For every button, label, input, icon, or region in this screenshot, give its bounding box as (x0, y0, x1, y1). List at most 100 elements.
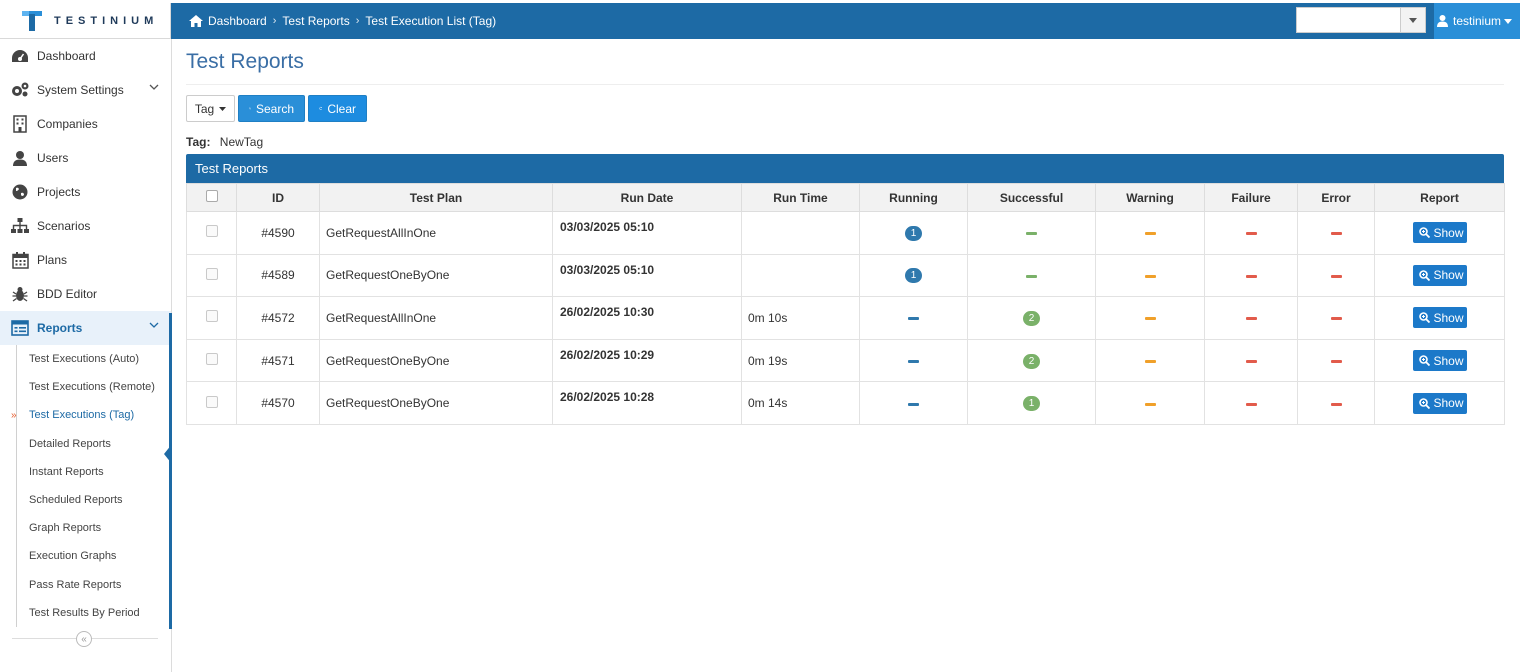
successful-cell: 1 (967, 381, 1096, 425)
sidebar-subitem-pass-rate-reports[interactable]: Pass Rate Reports (0, 571, 171, 599)
sidebar-item-projects[interactable]: Projects (0, 175, 171, 209)
col-header-error[interactable]: Error (1297, 183, 1375, 212)
sidebar-subitem-test-executions-auto[interactable]: Test Executions (Auto) (0, 345, 171, 373)
sidebar-item-bdd-editor[interactable]: BDD Editor (0, 277, 171, 311)
row-test-plan: GetRequestOneByOne (319, 381, 553, 425)
warning-cell (1095, 381, 1205, 425)
col-header-report: Report (1374, 183, 1505, 212)
show-report-button[interactable]: Show (1412, 350, 1467, 372)
col-header-test-plan[interactable]: Test Plan (319, 183, 553, 212)
running-cell (859, 338, 968, 383)
col-header-warning[interactable]: Warning (1095, 183, 1205, 212)
clear-button[interactable]: Clear (308, 95, 367, 122)
row-id: #4590 (236, 211, 320, 255)
breadcrumb: Dashboard › Test Reports › Test Executio… (189, 3, 496, 39)
sidebar-item-reports[interactable]: Reports (0, 311, 171, 345)
sidebar-subitem-detailed-reports[interactable]: Detailed Reports (0, 430, 171, 458)
user-icon (1436, 15, 1448, 27)
row-checkbox[interactable] (205, 353, 218, 366)
running-cell (859, 296, 968, 340)
double-chevron-left-icon: « (81, 633, 87, 645)
select-all-checkbox[interactable] (205, 190, 218, 202)
row-id: #4572 (236, 296, 320, 340)
sidebar-subitem-execution-graphs[interactable]: Execution Graphs (0, 542, 171, 570)
filter-type-dropdown[interactable]: Tag (186, 95, 235, 122)
show-report-button[interactable]: Show (1412, 264, 1467, 286)
select-all-cell (186, 183, 237, 212)
dashboard-icon (10, 47, 30, 65)
sidebar-subitem-test-executions-tag[interactable]: » Test Executions (Tag) (0, 401, 171, 429)
row-checkbox[interactable] (205, 310, 218, 323)
sidebar-item-scenarios[interactable]: Scenarios (0, 209, 171, 243)
failure-cell (1204, 253, 1298, 298)
warning-cell (1095, 253, 1205, 298)
row-select-cell (186, 296, 237, 340)
navbar: Dashboard › Test Reports › Test Executio… (171, 3, 1520, 39)
col-header-running[interactable]: Running (859, 183, 968, 212)
breadcrumb-dashboard[interactable]: Dashboard (189, 14, 267, 28)
sidebar-item-companies[interactable]: Companies (0, 107, 171, 141)
col-header-failure[interactable]: Failure (1204, 183, 1298, 212)
chevron-down-icon[interactable] (1400, 8, 1425, 32)
sidebar: Dashboard System Settings Companies User… (0, 39, 172, 672)
show-report-button[interactable]: Show (1412, 222, 1467, 244)
chevron-right-icon: › (355, 15, 360, 27)
test-reports-table: ID Test Plan Run Date Run Time Running S… (186, 183, 1505, 425)
sidebar-item-plans[interactable]: Plans (0, 243, 171, 277)
warning-empty-dash (1144, 232, 1156, 236)
row-checkbox[interactable] (205, 225, 218, 238)
error-empty-dash (1330, 359, 1342, 363)
row-test-plan: GetRequestOneByOne (319, 253, 553, 298)
table-row: #4590 GetRequestAllInOne 03/03/2025 05:10 1… (186, 211, 1505, 255)
table-header-row: ID Test Plan Run Date Run Time Running S… (186, 183, 1505, 212)
breadcrumb-test-reports[interactable]: Test Reports (282, 14, 349, 28)
col-header-successful[interactable]: Successful (967, 183, 1096, 212)
running-empty-dash (908, 359, 919, 363)
row-checkbox[interactable] (205, 267, 218, 280)
warning-cell (1095, 296, 1205, 340)
zoom-icon (1418, 397, 1430, 409)
sidebar-item-system-settings[interactable]: System Settings (0, 73, 171, 107)
error-cell (1297, 253, 1375, 298)
active-pointer (164, 444, 172, 464)
sidebar-item-dashboard[interactable]: Dashboard (0, 39, 171, 73)
table-row: #4589 GetRequestOneByOne 03/03/2025 05:10 1… (186, 253, 1505, 298)
user-menu[interactable]: testinium (1434, 3, 1520, 39)
chevron-down-icon (149, 84, 159, 90)
sidebar-subitem-scheduled-reports[interactable]: Scheduled Reports (0, 486, 171, 514)
running-cell (859, 381, 968, 425)
logo[interactable]: TESTINIUM (0, 3, 171, 39)
row-checkbox[interactable] (205, 395, 218, 408)
company-select[interactable] (1296, 7, 1426, 33)
row-report-cell: Show (1374, 296, 1505, 340)
sidebar-subitem-test-executions-remote[interactable]: Test Executions (Remote) (0, 373, 171, 401)
successful-empty-dash (1026, 232, 1037, 236)
show-report-button[interactable]: Show (1412, 307, 1467, 329)
divider (186, 84, 1504, 85)
row-report-cell: Show (1374, 381, 1505, 425)
search-button[interactable]: Search (238, 95, 305, 122)
row-report-cell: Show (1374, 338, 1505, 383)
sidebar-subitem-graph-reports[interactable]: Graph Reports (0, 514, 171, 542)
show-report-button[interactable]: Show (1412, 392, 1467, 414)
error-cell (1297, 296, 1375, 340)
home-icon (189, 15, 203, 27)
warning-empty-dash (1144, 359, 1156, 363)
active-tag-filter: Tag: NewTag (186, 135, 1504, 149)
user-icon (10, 149, 30, 167)
failure-empty-dash (1245, 232, 1257, 236)
sidebar-item-users[interactable]: Users (0, 141, 171, 175)
col-header-run-date[interactable]: Run Date (552, 183, 742, 212)
sidebar-subitem-instant-reports[interactable]: Instant Reports (0, 458, 171, 486)
running-cell: 1 (859, 211, 968, 255)
col-header-id[interactable]: ID (236, 183, 320, 212)
col-header-run-time[interactable]: Run Time (741, 183, 860, 212)
sidebar-subitem-test-results-by-period[interactable]: Test Results By Period (0, 599, 171, 627)
row-run-date: 26/02/2025 10:28 (552, 381, 742, 425)
row-run-time: 0m 10s (741, 296, 860, 340)
error-cell (1297, 211, 1375, 255)
collapse-sidebar-button[interactable]: « (76, 631, 92, 647)
successful-cell (967, 211, 1096, 255)
row-test-plan: GetRequestOneByOne (319, 338, 553, 383)
error-empty-dash (1330, 317, 1342, 321)
